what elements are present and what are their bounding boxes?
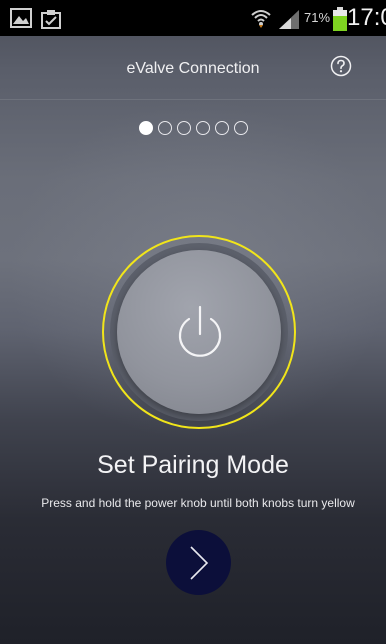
pager-dot[interactable] bbox=[195, 121, 210, 135]
help-circle-icon[interactable] bbox=[330, 55, 352, 77]
wifi-icon bbox=[250, 8, 272, 33]
pager-dot[interactable] bbox=[233, 121, 248, 135]
gallery-icon bbox=[10, 8, 32, 33]
power-icon bbox=[176, 305, 224, 368]
screen: 71% 17:08 eValve Connection bbox=[0, 0, 386, 644]
page-title: eValve Connection bbox=[126, 60, 260, 77]
power-button[interactable] bbox=[102, 235, 296, 429]
battery-percent: 71% bbox=[304, 10, 331, 25]
power-knob[interactable] bbox=[117, 250, 281, 414]
battery-icon bbox=[333, 7, 347, 36]
next-button[interactable] bbox=[166, 530, 231, 595]
app-header: eValve Connection bbox=[0, 36, 386, 100]
pager-dot[interactable] bbox=[157, 121, 172, 135]
signal-icon bbox=[277, 8, 301, 35]
status-bar: 71% 17:08 bbox=[0, 0, 386, 36]
status-time: 17:08 bbox=[347, 4, 386, 31]
chevron-right-icon bbox=[190, 546, 209, 580]
pager-dot[interactable] bbox=[214, 121, 229, 135]
pager-dot[interactable] bbox=[176, 121, 191, 135]
clipboard-icon bbox=[40, 8, 62, 35]
header-divider bbox=[0, 99, 386, 100]
pager-dots bbox=[0, 121, 386, 139]
pager-dot[interactable] bbox=[138, 121, 153, 135]
step-title: Set Pairing Mode bbox=[97, 451, 289, 479]
step-description: Press and hold the power knob until both… bbox=[41, 496, 355, 510]
